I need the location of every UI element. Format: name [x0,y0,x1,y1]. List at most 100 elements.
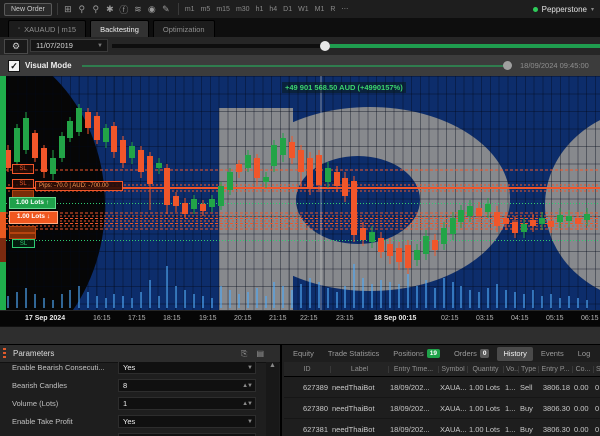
zoom-in-icon[interactable]: ⚲ [89,4,103,15]
spinner-arrows-icon[interactable]: ▲▼ [242,398,253,410]
time-axis-label: 04:15 [511,315,529,322]
time-axis-label: 06:15 [581,315,599,322]
parameter-label: Enable Take Profit [12,416,73,426]
backtest-controls-row: ⚙ 11/07/2019 ▼ [0,37,600,55]
draw-icon[interactable]: ✎ [159,4,173,15]
history-column-header: Symbol [438,365,467,373]
backtest-progress-thumb[interactable] [320,41,330,51]
toolbox-panel: Equity Trade Statistics Positions 19 Orders 0… [284,345,600,436]
connection-status-dot [532,6,538,12]
history-cell: 1... [505,403,516,413]
timeframe-button-M1[interactable]: M1 [312,6,328,13]
visual-speed-track[interactable] [82,65,504,67]
toolbox-tab-label: Positions [393,349,424,358]
time-axis-label: 22:15 [300,315,318,322]
history-cell: XAUA... [440,403,467,413]
new-order-button[interactable]: New Order [4,2,52,16]
parameter-row: Enable Bearish Consecuti... Yes ▼ [0,362,264,376]
toolbox-tab-history[interactable]: History [497,346,533,361]
toolbox-tab-badge: 0 [479,349,490,358]
history-table-row[interactable]: 627381 needThaiBot 18/09/202... XAUA... 1.00… [284,419,600,436]
toolbox-tab-events[interactable]: Events [535,347,570,361]
parameter-label: Bearish Candles [12,380,68,390]
history-table-row[interactable]: 627380 needThaiBot 18/09/202... XAUA... 1.00… [284,398,600,419]
toolbox-tab-equity[interactable]: Equity [287,347,320,361]
export-icon[interactable]: ⎘ [241,349,247,359]
tab-xauaud-m15[interactable]: ▫ XAUAUD | m15 [8,20,87,37]
parameters-header[interactable]: Parameters ⎘ ▤ [0,345,280,363]
history-column-header: Type [518,365,538,373]
parameters-scrollbar[interactable]: ▲ [266,362,279,436]
timeframe-button-m5[interactable]: m5 [198,6,214,13]
history-cell: 1.00 Lots [469,382,500,392]
parameter-value-field[interactable]: Yes ▼ [118,362,256,374]
pips-profit-label[interactable]: Pips: -70.0 | AUD: -700.00 [35,181,123,191]
toolbox-tab-log[interactable]: Log [572,347,597,361]
chevron-down-icon[interactable]: ▼ [247,362,253,374]
visual-mode-label: Visual Mode [25,61,72,70]
toolbox-tab-orders[interactable]: Orders 0 [448,347,496,361]
history-cell: 3806.30 [542,403,570,413]
left-edge-strip-dark [0,238,6,262]
horizontal-splitter[interactable] [0,326,600,344]
time-axis-label: 19:15 [199,315,217,322]
simulation-timestamp: 18/09/2024 09:45:00 [520,61,589,70]
toolbox-tab-label: Equity [293,349,314,358]
broker-status[interactable]: Pepperstone ▾ [532,5,594,14]
tab-optimization[interactable]: Optimization [152,20,215,37]
toolbar-icons: ⊞ ⚲ ⚲ ✱ ⓕ ≋ ◉ ✎ [56,3,173,16]
parameter-value-field[interactable]: Yes ▼ [118,414,256,428]
timeframe-button-R[interactable]: R [327,6,338,13]
chart-window-icon[interactable]: ⊞ [61,4,75,15]
visibility-icon[interactable]: ◉ [145,4,159,15]
objects-list-icon[interactable]: ≋ [131,4,145,15]
parameters-title: Parameters [13,349,55,358]
settings-gear-button[interactable]: ⚙ [4,39,28,54]
stop-loss-label[interactable]: SL [12,179,34,189]
left-edge-strip-orange [0,212,6,238]
timeframe-button-h1[interactable]: h1 [253,6,267,13]
crosshair-icon[interactable]: ✱ [103,4,117,15]
chevron-down-icon: ▼ [97,43,103,49]
timeframe-button-m1[interactable]: m1 [182,6,198,13]
parameter-value-field[interactable]: 1 ▲▼ [118,396,256,410]
stop-loss-label[interactable]: SL [12,164,34,174]
spinner-arrows-icon[interactable]: ▲▼ [242,380,253,392]
chevron-down-icon: ▾ [590,6,594,13]
visual-mode-row: ✓ Visual Mode 18/09/2024 09:45:00 [0,55,600,76]
parameter-value-field[interactable]: 8 ▲▼ [118,378,256,392]
visual-speed-thumb[interactable] [503,61,512,70]
indicators-icon[interactable]: ⓕ [117,3,131,16]
toolbox-tab-positions[interactable]: Positions 19 [387,347,446,361]
timeframe-button-m15[interactable]: m15 [213,6,233,13]
candlestick-chart[interactable]: SL SL Pips: -70.0 | AUD: -700.00 1.00 Lots … [0,76,600,310]
toolbox-tab-trade-statistics[interactable]: Trade Statistics [322,347,385,361]
time-axis[interactable]: 17 Sep 2024 16:15 17:15 18:15 19:15 20:15 21:1… [0,310,600,326]
sell-position-label[interactable]: 1.00 Lots ↓ [9,211,58,224]
visual-mode-checkbox[interactable]: ✓ [8,60,20,72]
history-cell: 18/09/202... [390,424,430,434]
history-cell: needThaiBot [332,382,375,392]
tab-backtesting[interactable]: Backtesting [90,20,149,37]
start-date-select[interactable]: 11/07/2019 ▼ [30,39,108,52]
history-cell: 18/09/202... [390,403,430,413]
chevron-down-icon[interactable]: ▼ [247,416,253,428]
list-view-icon[interactable]: ▤ [256,349,264,359]
time-axis-label: 20:15 [234,315,252,322]
take-profit-label[interactable]: SL [12,239,35,248]
timeframe-button-W1[interactable]: W1 [295,6,312,13]
time-axis-label: 17:15 [128,315,146,322]
history-column-header: S [593,365,600,373]
volume-series [7,264,588,308]
buy-position-label[interactable]: 1.00 Lots ↑ [9,197,56,209]
history-table-row[interactable]: 627389 needThaiBot 18/09/202... XAUA... 1.00… [284,377,600,398]
timeframe-button-m30[interactable]: m30 [233,6,253,13]
stop-loss-band[interactable] [9,226,36,233]
timeframe-button-⋯[interactable]: ⋯ [338,5,351,13]
parameter-value-field[interactable]: 3▲▼ [118,432,256,436]
timeframe-button-h4[interactable]: h4 [266,6,280,13]
zoom-out-icon[interactable]: ⚲ [75,4,89,15]
backtest-progress-track[interactable] [112,44,322,48]
drag-handle-icon[interactable] [3,348,6,359]
timeframe-button-D1[interactable]: D1 [280,6,295,13]
